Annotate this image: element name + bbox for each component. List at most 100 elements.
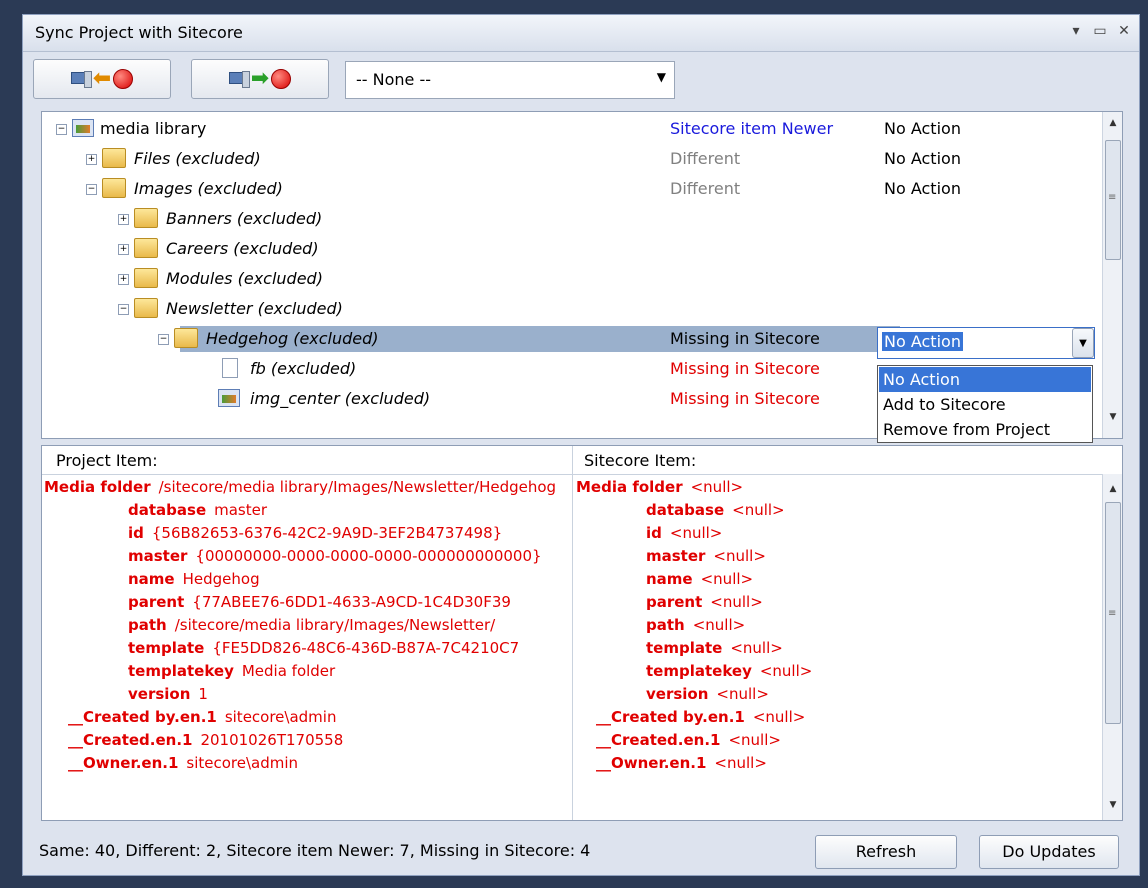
- project-value: sitecore\admin: [186, 754, 299, 772]
- tree-item-action[interactable]: No Action: [884, 179, 961, 198]
- sitecore-value: <null>: [669, 524, 723, 542]
- project-cell: name Hedgehog: [128, 570, 568, 593]
- tree-item-label: fb (excluded): [250, 359, 357, 378]
- tree-row[interactable]: − Newsletter (excluded): [42, 294, 1100, 324]
- project-value: Hedgehog: [182, 570, 260, 588]
- project-value: {00000000-0000-0000-0000-000000000000}: [195, 547, 542, 565]
- expand-icon[interactable]: +: [118, 214, 129, 225]
- field-key: version: [646, 685, 709, 703]
- folder-icon: [102, 148, 126, 168]
- tree-row[interactable]: − Images (excluded) Different No Action: [42, 174, 1100, 204]
- sitecore-icon: [271, 69, 292, 89]
- sitecore-cell: templatekey <null>: [646, 662, 1122, 685]
- dropdown-menu-icon[interactable]: ▾: [1067, 21, 1085, 41]
- project-cell: id {56B82653-6376-42C2-9A9D-3EF2B4737498}: [128, 524, 568, 547]
- tree-item-action[interactable]: No Action: [884, 149, 961, 168]
- grid-header: Project Item: Sitecore Item:: [42, 446, 1122, 475]
- expand-icon[interactable]: +: [86, 154, 97, 165]
- project-value: sitecore\admin: [224, 708, 337, 726]
- sitecore-cell: id <null>: [646, 524, 1122, 547]
- field-key: id: [128, 524, 144, 542]
- folder-icon: [134, 208, 158, 228]
- tree-item-status: Missing in Sitecore: [670, 389, 820, 408]
- sitecore-cell: parent <null>: [646, 593, 1122, 616]
- project-cell: Media folder/sitecore/media library/Imag…: [44, 478, 568, 501]
- sitecore-cell: Media folder <null>: [576, 478, 1076, 501]
- collapse-icon[interactable]: −: [118, 304, 129, 315]
- project-value: 20101026T170558: [200, 731, 344, 749]
- tree-item-action[interactable]: No Action: [884, 119, 961, 138]
- sitecore-value: <null>: [692, 616, 746, 634]
- grid-scrollbar[interactable]: ▲ ≡ ▼: [1102, 474, 1122, 820]
- tree-row[interactable]: − media library Sitecore item Newer No A…: [42, 114, 1100, 144]
- sitecore-value: <null>: [713, 547, 766, 565]
- arrow-right-icon: ➡: [250, 66, 270, 91]
- sitecore-cell: database <null>: [646, 501, 1122, 524]
- project-cell: master {00000000-0000-0000-0000-000000000…: [128, 547, 568, 570]
- title-bar: Sync Project with Sitecore ▾ ▭ ✕: [23, 15, 1139, 52]
- field-key: master: [646, 547, 706, 565]
- scroll-down-icon[interactable]: ▼: [1103, 800, 1122, 810]
- refresh-button[interactable]: Refresh: [815, 835, 957, 869]
- chevron-down-icon[interactable]: ▼: [1072, 328, 1094, 358]
- sync-from-sitecore-button[interactable]: ⬅: [33, 59, 171, 99]
- tree-item-status: Different: [670, 179, 741, 198]
- option-no-action[interactable]: No Action: [879, 367, 1091, 392]
- tree-row[interactable]: + Careers (excluded): [42, 234, 1100, 264]
- image-icon: [218, 389, 240, 407]
- project-value: {FE5DD826-48C6-436D-B87A-7C4210C7: [212, 639, 520, 657]
- sitecore-value: <null>: [710, 593, 763, 611]
- tree-scrollbar[interactable]: ▲ ≡ ▼: [1102, 112, 1122, 438]
- do-updates-button[interactable]: Do Updates: [979, 835, 1119, 869]
- scroll-up-icon[interactable]: ▲: [1103, 484, 1122, 494]
- project-value: {56B82653-6376-42C2-9A9D-3EF2B4737498}: [151, 524, 503, 542]
- field-key: path: [128, 616, 167, 634]
- sitecore-value: <null>: [700, 570, 754, 588]
- sitecore-value: <null>: [759, 662, 813, 680]
- maximize-icon[interactable]: ▭: [1091, 21, 1109, 41]
- tree-row[interactable]: + Banners (excluded): [42, 204, 1100, 234]
- tree-row[interactable]: + Modules (excluded): [42, 264, 1100, 294]
- tree-item-label: Hedgehog (excluded): [206, 329, 379, 348]
- project-cell: __Created by.en.1 sitecore\admin: [68, 708, 568, 731]
- field-key: name: [128, 570, 175, 588]
- sync-to-sitecore-button[interactable]: ➡: [191, 59, 329, 99]
- option-remove-from-project[interactable]: Remove from Project: [879, 417, 1091, 442]
- filter-combo[interactable]: -- None -- ▼: [345, 61, 675, 99]
- scroll-down-icon[interactable]: ▼: [1103, 412, 1122, 422]
- tree-item-label: Careers (excluded): [166, 239, 319, 258]
- action-options-list: No Action Add to Sitecore Remove from Pr…: [877, 365, 1093, 443]
- project-value: /sitecore/media library/Images/Newslette…: [158, 478, 557, 496]
- sitecore-value: <null>: [716, 685, 769, 703]
- project-cell: path/sitecore/media library/Images/Newsl…: [128, 616, 568, 639]
- field-key: templatekey: [128, 662, 234, 680]
- close-icon[interactable]: ✕: [1115, 21, 1133, 41]
- project-cell: version 1: [128, 685, 568, 708]
- collapse-icon[interactable]: −: [86, 184, 97, 195]
- project-cell: template {FE5DD826-48C6-436D-B87A-7C4210C…: [128, 639, 568, 662]
- collapse-icon[interactable]: −: [56, 124, 67, 135]
- field-key: database: [646, 501, 725, 519]
- field-key: __Created.en.1: [68, 731, 193, 749]
- scroll-up-icon[interactable]: ▲: [1103, 118, 1122, 128]
- expand-icon[interactable]: +: [118, 274, 129, 285]
- tree-item-label: Modules (excluded): [166, 269, 323, 288]
- scroll-grip-icon: ≡: [1108, 608, 1117, 619]
- field-key: __Created.en.1: [596, 731, 721, 749]
- action-select[interactable]: No Action ▼: [877, 327, 1095, 359]
- filter-combo-value: -- None --: [356, 70, 432, 89]
- project-value: /sitecore/media library/Images/Newslette…: [174, 616, 496, 634]
- expand-icon[interactable]: +: [118, 244, 129, 255]
- field-key: Media folder: [44, 478, 151, 496]
- tree-row[interactable]: + Files (excluded) Different No Action: [42, 144, 1100, 174]
- folder-icon: [102, 178, 126, 198]
- project-cell: parent {77ABEE76-6DD1-4633-A9CD-1C4D30F39: [128, 593, 568, 616]
- computer-icon: [70, 71, 92, 88]
- computer-icon: [228, 71, 250, 88]
- sitecore-item-header: Sitecore Item:: [584, 451, 697, 470]
- field-key: templatekey: [646, 662, 752, 680]
- collapse-icon[interactable]: −: [158, 334, 169, 345]
- sitecore-value: <null>: [728, 731, 781, 749]
- option-add-to-sitecore[interactable]: Add to Sitecore: [879, 392, 1091, 417]
- field-key: id: [646, 524, 662, 542]
